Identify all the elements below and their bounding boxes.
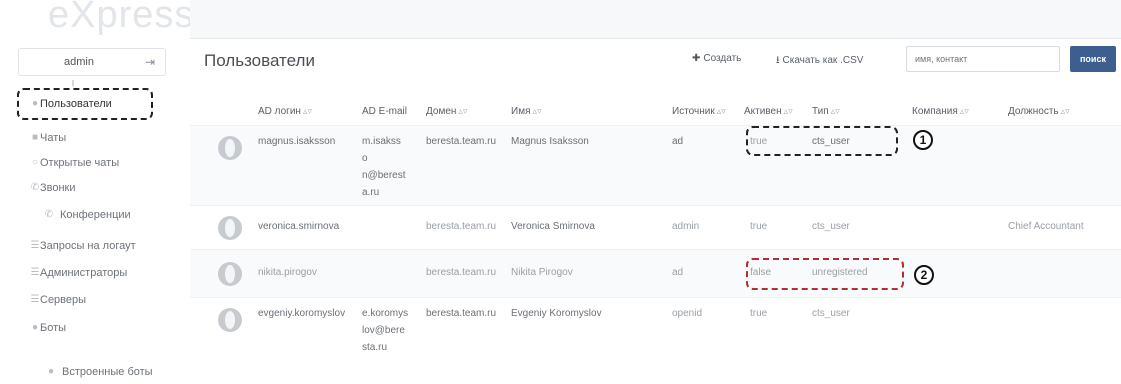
username-label: admin <box>64 56 94 68</box>
sidebar-item-label: Серверы <box>40 294 87 306</box>
column-label: AD логин <box>258 106 301 117</box>
cell-domain: beresta.team.ru <box>426 136 497 147</box>
column-label: AD E-mail <box>362 106 408 117</box>
sidebar-item-conferences[interactable]: ✆ Конференции <box>0 205 178 227</box>
download-csv-button[interactable]: ⭳ Скачать как .CSV <box>776 53 863 70</box>
sort-icon: ▵▿ <box>830 106 840 116</box>
bot-icon: ● <box>47 366 55 377</box>
cell-type: cts_user <box>812 221 850 232</box>
annotation-marker-2: 2 <box>914 265 934 285</box>
sort-icon: ▵▿ <box>302 106 312 116</box>
cell-domain: beresta.team.ru <box>426 267 497 278</box>
sidebar-item-calls[interactable]: ✆ Звонки <box>0 178 178 200</box>
column-label: Должность <box>1008 106 1059 117</box>
sidebar-item-bots[interactable]: ● Боты <box>0 318 178 340</box>
column-header-type[interactable]: Тип ▵▿ <box>812 106 840 117</box>
avatar <box>218 262 242 286</box>
sidebar-item-logout-requests[interactable]: ☰ Запросы на логаут <box>0 236 178 258</box>
sidebar-item-builtin-bots[interactable]: ● Встроенные боты <box>0 362 178 384</box>
cell-email: m.isakss o n@berest a.ru <box>362 136 406 198</box>
cell-active: true <box>750 308 768 319</box>
cell-source: ad <box>672 136 684 147</box>
sort-icon: ▵▿ <box>783 106 793 116</box>
create-label: Создать <box>703 53 742 64</box>
column-label: Компания <box>912 106 958 117</box>
table-row[interactable]: nikita.pirogov beresta.team.ru Nikita Pi… <box>190 249 1121 298</box>
sidebar-item-open-chats[interactable]: ○ Открытые чаты <box>0 153 178 175</box>
cell-type: cts_user <box>812 308 850 319</box>
main-area: Пользователи ✚ Создать ⭳ Скачать как .CSV … <box>190 0 1121 379</box>
cell-login: evgeniy.koromyslov <box>258 308 346 319</box>
sidebar-item-label: Открытые чаты <box>40 157 120 169</box>
highlight-box-row-1 <box>746 126 898 156</box>
column-header-ad-email[interactable]: AD E-mail <box>362 106 407 117</box>
avatar <box>218 136 242 160</box>
sidebar-item-chats[interactable]: ■ Чаты <box>0 128 178 150</box>
sidebar-item-servers[interactable]: ☰ Серверы <box>0 290 178 312</box>
cell-email: e.koromys lov@bere sta.ru <box>362 308 409 353</box>
cell-domain: beresta.team.ru <box>426 221 497 232</box>
column-label: Тип <box>812 106 829 117</box>
search-button[interactable]: поиск <box>1070 46 1116 72</box>
users-panel: Пользователи ✚ Создать ⭳ Скачать как .CSV … <box>190 38 1121 379</box>
column-label: Источник <box>672 106 715 117</box>
resize-handle <box>72 80 74 86</box>
avatar <box>218 216 242 240</box>
sort-icon: ▵▿ <box>1060 106 1070 116</box>
sidebar-item-label: Конференции <box>60 209 131 221</box>
column-label: Домен <box>426 106 457 117</box>
cell-name: Veronica Smirnova <box>511 221 595 232</box>
download-label: Скачать как .CSV <box>782 55 864 66</box>
sidebar-item-label: Боты <box>40 322 67 334</box>
create-button[interactable]: ✚ Создать <box>692 53 741 64</box>
page-title: Пользователи <box>204 51 315 70</box>
cell-name: Magnus Isaksson <box>511 136 589 147</box>
logout-icon[interactable]: ⇥ <box>145 55 155 69</box>
table-row[interactable]: veronica.smirnova beresta.team.ru Veroni… <box>190 205 1121 250</box>
sidebar-item-label: Встроенные боты <box>62 366 153 378</box>
column-header-active[interactable]: Активен ▵▿ <box>744 106 793 117</box>
cell-source: openid <box>672 308 703 319</box>
cell-login: veronica.smirnova <box>258 221 340 232</box>
sidebar-item-label: Администраторы <box>40 267 128 279</box>
table-row[interactable]: evgeniy.koromyslov e.koromys lov@bere st… <box>190 297 1121 380</box>
sort-icon: ▵▿ <box>458 106 468 116</box>
plus-circle-icon: ✚ <box>692 53 701 64</box>
cell-login: nikita.pirogov <box>258 267 317 278</box>
column-header-domain[interactable]: Домен ▵▿ <box>426 106 467 117</box>
cell-name: Evgeniy Koromyslov <box>511 308 602 319</box>
cell-source: admin <box>672 221 700 232</box>
download-icon: ⭳ <box>776 55 780 66</box>
sort-icon: ▵▿ <box>532 106 542 116</box>
cell-domain: beresta.team.ru <box>426 308 497 319</box>
table-row[interactable]: magnus.isaksson m.isakss o n@berest a.ru… <box>190 125 1121 206</box>
highlight-box-row-3 <box>746 258 904 290</box>
column-header-company[interactable]: Компания ▵▿ <box>912 106 969 117</box>
user-box[interactable]: admin ⇥ <box>18 48 166 76</box>
cell-position: Chief Accountant <box>1008 221 1084 232</box>
column-label: Имя <box>511 106 531 117</box>
sidebar-item-label: Звонки <box>40 182 76 194</box>
sidebar-item-label: Запросы на логаут <box>40 240 136 252</box>
sidebar-item-admins[interactable]: ☰ Администраторы <box>0 263 178 285</box>
annotation-marker-1: 1 <box>913 130 933 150</box>
sidebar: eXpress admin ⇥ ● Пользователи ■ Чаты ○ … <box>0 0 193 378</box>
avatar <box>218 308 242 332</box>
sidebar-item-label: Чаты <box>40 132 67 144</box>
app-logo: eXpress <box>48 0 195 36</box>
column-header-ad-login[interactable]: AD логин ▵▿ <box>258 106 312 117</box>
phone-icon: ✆ <box>44 209 54 220</box>
column-header-name[interactable]: Имя ▵▿ <box>511 106 542 117</box>
cell-source: ad <box>672 267 684 278</box>
highlight-box-users <box>17 88 153 120</box>
column-header-source[interactable]: Источник ▵▿ <box>672 106 726 117</box>
cell-login: magnus.isaksson <box>258 136 336 147</box>
cell-name: Nikita Pirogov <box>511 267 573 278</box>
cell-active: true <box>750 221 768 232</box>
search-input[interactable] <box>906 46 1060 72</box>
column-label: Активен <box>744 106 782 117</box>
sort-icon: ▵▿ <box>716 106 726 116</box>
sort-icon: ▵▿ <box>959 106 969 116</box>
column-header-position[interactable]: Должность ▵▿ <box>1008 106 1070 117</box>
